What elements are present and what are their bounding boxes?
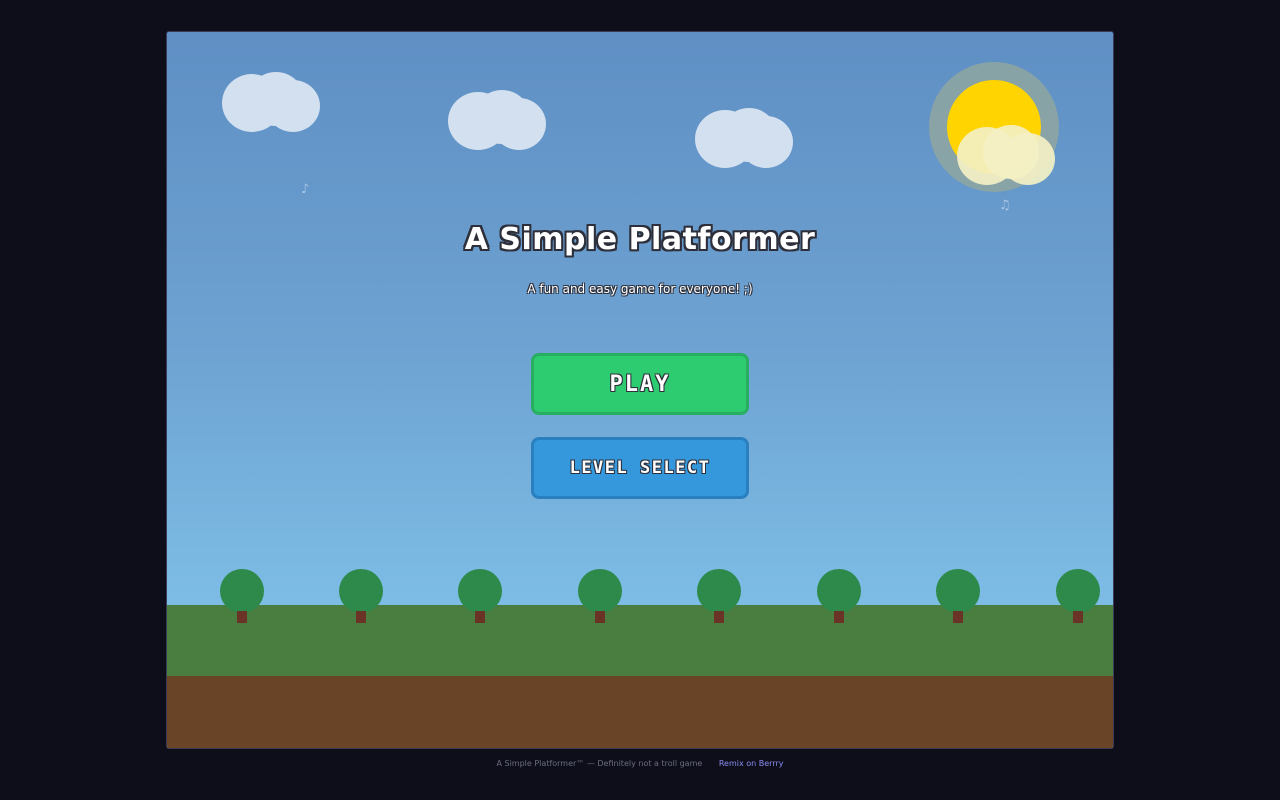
dirt-ground [167,676,1113,748]
tree-icon [697,569,741,625]
tree-icon [458,569,502,625]
level-select-button[interactable]: LEVEL SELECT [531,437,749,499]
tree-icon [339,569,383,625]
footer-text: A Simple Platformer™ — Definitely not a … [496,759,703,768]
game-subtitle: A fun and easy game for everyone! ;) [527,282,753,296]
tree-icon [1056,569,1100,625]
tree-icon [220,569,264,625]
tree-icon [817,569,861,625]
game-canvas[interactable]: ♪ ♫ A Simple Platformer A fun and easy g… [166,31,1114,749]
tree-icon [936,569,980,625]
tree-icon [578,569,622,625]
music-note-icon: ♫ [999,198,1011,213]
cloud-icon [448,90,548,152]
cloud-icon [222,72,322,134]
game-title: A Simple Platformer [464,222,816,257]
cloud-icon [957,125,1057,187]
cloud-icon [695,108,795,170]
music-note-icon: ♪ [301,182,310,197]
remix-link[interactable]: Remix on Berrry [719,759,784,768]
page-footer: A Simple Platformer™ — Definitely not a … [0,759,1280,768]
play-button[interactable]: PLAY [531,353,749,415]
